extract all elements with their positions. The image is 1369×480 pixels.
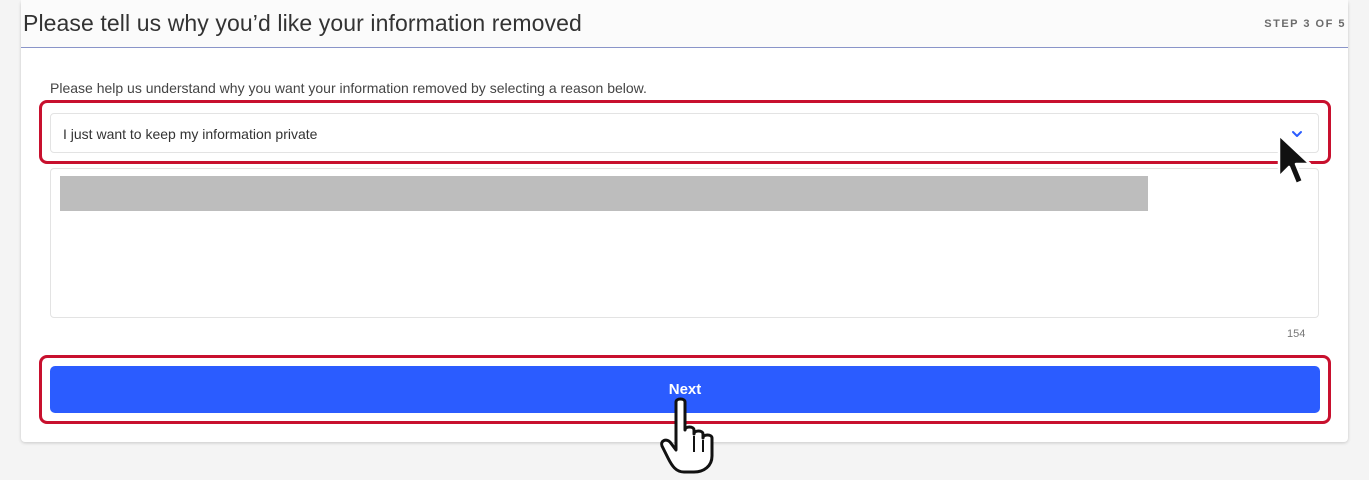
hand-pointer-icon: [660, 397, 714, 474]
redacted-text: [60, 176, 1148, 211]
details-textarea[interactable]: [50, 168, 1319, 318]
page-title: Please tell us why you’d like your infor…: [23, 10, 582, 36]
form-header: Please tell us why you’d like your infor…: [21, 0, 1348, 48]
step-indicator: STEP 3 OF 5: [1264, 18, 1346, 30]
character-counter: 154: [1287, 328, 1306, 340]
removal-form-card: Please tell us why you’d like your infor…: [21, 0, 1348, 442]
reason-select[interactable]: I just want to keep my information priva…: [50, 113, 1319, 153]
instructions-text: Please help us understand why you want y…: [50, 80, 647, 96]
reason-select-value: I just want to keep my information priva…: [63, 126, 318, 142]
arrow-cursor-icon: [1277, 133, 1312, 186]
